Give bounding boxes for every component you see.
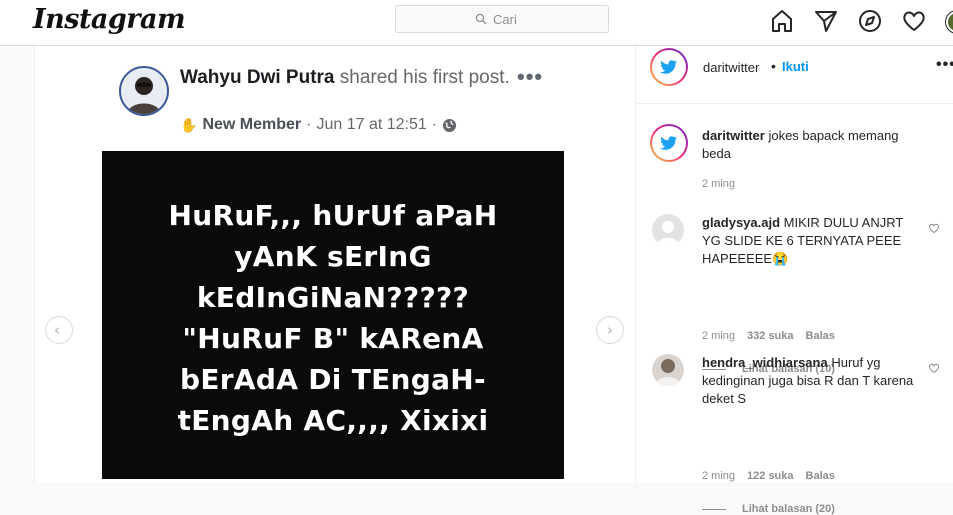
- meta-dot: ·: [306, 116, 312, 133]
- meme-line: "HuRuF B" kARenA: [182, 322, 484, 355]
- facebook-post-title: Wahyu Dwi Putra shared his first post.: [180, 66, 520, 90]
- facebook-action-text: shared his first post.: [334, 67, 510, 88]
- instagram-logo[interactable]: Instagram: [33, 4, 186, 35]
- more-options-icon[interactable]: •••: [936, 56, 953, 74]
- comment-time[interactable]: 2 ming: [702, 470, 735, 482]
- follow-button[interactable]: Ikuti: [782, 59, 809, 74]
- facebook-post-meta: ✋ New Member · Jun 17 at 12:51 ·: [180, 116, 457, 134]
- view-replies-button[interactable]: Lihat balasan (20): [702, 503, 835, 515]
- separator-dot: •: [771, 58, 776, 74]
- facebook-author-avatar: [119, 66, 169, 116]
- globe-icon: [443, 118, 457, 132]
- direct-icon[interactable]: [813, 8, 839, 34]
- post-header: daritwitter • Ikuti •••: [636, 46, 953, 104]
- like-comment-heart-icon[interactable]: [928, 222, 940, 234]
- reply-button[interactable]: Balas: [806, 330, 835, 342]
- comment-likes[interactable]: 122 suka: [747, 470, 793, 482]
- explore-icon[interactable]: [857, 8, 883, 34]
- comment-meta: 2 ming 332 suka Balas: [702, 330, 835, 342]
- post-date: Jun 17 at 12:51: [316, 116, 427, 133]
- caption-text: daritwitter jokes bapack memang beda: [702, 127, 922, 163]
- chevron-right-icon: ›: [607, 321, 613, 339]
- comment-text: hendra_widhiarsana Huruf yg kedinginan j…: [702, 354, 922, 408]
- meme-line: yAnK sErInG: [234, 240, 432, 273]
- meme-line: bErAdA Di TEngaH-: [180, 363, 486, 396]
- commenter-avatar[interactable]: [652, 354, 684, 386]
- facebook-author-name: Wahyu Dwi Putra: [180, 67, 335, 88]
- comment-meta: 2 ming 122 suka Balas: [702, 470, 835, 482]
- twitter-bird-icon: [660, 136, 678, 150]
- more-options-icon: •••: [517, 64, 544, 89]
- previous-slide-button[interactable]: ‹: [45, 316, 73, 344]
- meme-image: HuRuF,,, hUrUf aPaH yAnK sErInG kEdInGiN…: [102, 151, 564, 479]
- top-navigation-bar: Instagram Cari: [0, 0, 953, 46]
- commenter-username[interactable]: hendra_widhiarsana: [702, 355, 828, 370]
- chevron-left-icon: ‹: [54, 321, 60, 339]
- wave-hand-icon: ✋: [180, 116, 198, 133]
- search-placeholder: Cari: [493, 12, 517, 27]
- commenter-username[interactable]: gladysya.ajd: [702, 215, 780, 230]
- meme-line: kEdInGiNaN?????: [196, 281, 470, 314]
- comment-text: gladysya.ajd MIKIR DULU ANJRT YG SLIDE K…: [702, 214, 922, 268]
- twitter-bird-icon: [660, 60, 678, 74]
- view-replies-label: Lihat balasan (20): [742, 503, 835, 515]
- meme-text: HuRuF,,, hUrUf aPaH yAnK sErInG kEdInGiN…: [102, 195, 564, 441]
- meme-line: HuRuF,,, hUrUf aPaH: [168, 199, 498, 232]
- reply-button[interactable]: Balas: [806, 470, 835, 482]
- post-media: Wahyu Dwi Putra shared his first post. ✋…: [35, 46, 635, 482]
- caption-avatar[interactable]: [650, 124, 688, 162]
- search-input[interactable]: Cari: [395, 5, 609, 33]
- caption-time[interactable]: 2 ming: [702, 178, 735, 190]
- meme-line: tEngAh AC,,,, Xixixi: [177, 404, 489, 437]
- home-icon[interactable]: [769, 8, 795, 34]
- member-badge: New Member: [202, 116, 302, 133]
- author-username[interactable]: daritwitter: [703, 60, 759, 75]
- profile-avatar[interactable]: [946, 11, 953, 33]
- meta-dot: ·: [431, 116, 438, 133]
- post-side-panel: daritwitter • Ikuti ••• daritwitter joke…: [635, 46, 953, 515]
- author-avatar[interactable]: [650, 48, 688, 86]
- caption-username[interactable]: daritwitter: [702, 128, 765, 143]
- search-icon: [475, 13, 487, 25]
- commenter-avatar[interactable]: [652, 214, 684, 246]
- comment-time[interactable]: 2 ming: [702, 330, 735, 342]
- caption-meta: 2 ming: [702, 178, 735, 190]
- replies-divider: [702, 508, 726, 510]
- next-slide-button[interactable]: ›: [596, 316, 624, 344]
- post-dialog: Wahyu Dwi Putra shared his first post. ✋…: [34, 46, 953, 515]
- like-comment-heart-icon[interactable]: [928, 362, 940, 374]
- comment-likes[interactable]: 332 suka: [747, 330, 793, 342]
- activity-heart-icon[interactable]: [901, 8, 927, 34]
